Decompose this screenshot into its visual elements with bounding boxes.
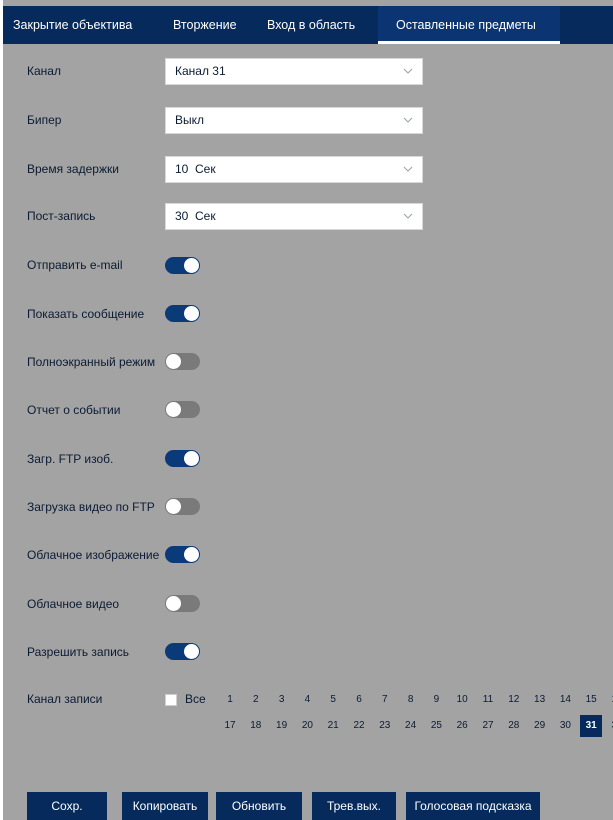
ftp-image-toggle[interactable] [165,450,200,467]
tab-lens-cover[interactable]: Закрытие объектива [13,6,148,44]
channel-29-option[interactable]: 29 [529,715,551,737]
alarm-output-button[interactable]: Трев.вых. [312,792,396,820]
enable-record-label: Разрешить запись [27,645,130,659]
event-report-label: Отчет о событии [27,403,121,417]
show-message-label: Показать сообщение [27,307,145,321]
fullscreen-label: Полноэкранный режим [27,355,156,369]
toggle-knob-icon [166,499,181,514]
ftp-image-label: Загр. FTP изоб. [27,452,114,466]
post-record-label: Пост-запись [27,209,96,223]
chevron-down-icon [403,117,413,123]
tab-intrusion[interactable]: Вторжение [173,6,248,44]
channel-10-option[interactable]: 10 [451,689,473,711]
channel-13-option[interactable]: 13 [529,689,551,711]
cloud-video-label: Облачное видео [27,597,120,611]
channel-27-option[interactable]: 27 [477,715,499,737]
settings-panel: Закрытие объектива Вторжение Вход в обла… [0,0,613,820]
toggle-knob-icon [184,547,199,562]
channel-5-option[interactable]: 5 [322,689,344,711]
channel-label: Канал [27,64,61,78]
tab-label: Закрытие объектива [13,18,133,32]
channel-3-option[interactable]: 3 [271,689,293,711]
tab-left-objects[interactable]: Оставленные предметы [378,6,560,44]
show-message-toggle[interactable] [165,305,200,322]
delay-value: 10 Сек [175,162,216,176]
channel-7-option[interactable]: 7 [374,689,396,711]
voice-prompt-button[interactable]: Голосовая подсказка [406,792,540,820]
channel-2-option[interactable]: 2 [245,689,267,711]
beeper-select[interactable]: Выкл [165,107,423,134]
chevron-down-icon [403,213,413,219]
send-email-label: Отправить e-mail [27,258,123,272]
event-report-toggle[interactable] [165,401,200,418]
beeper-value: Выкл [175,113,205,127]
channel-21-option[interactable]: 21 [322,715,344,737]
cloud-video-toggle[interactable] [165,595,200,612]
enable-record-toggle[interactable] [165,643,200,660]
tab-label: Оставленные предметы [396,18,536,32]
tab-label: Вход в область [267,18,356,32]
record-channel-label: Канал записи [27,692,103,706]
delay-label: Время задержки [27,162,119,176]
channel-select[interactable]: Канал 31 [165,58,423,85]
channel-14-option[interactable]: 14 [554,689,576,711]
channel-18-option[interactable]: 18 [245,715,267,737]
toggle-knob-icon [166,354,181,369]
channel-9-option[interactable]: 9 [425,689,447,711]
ftp-video-toggle[interactable] [165,498,200,515]
active-tab-indicator [378,41,560,44]
channel-20-option[interactable]: 20 [296,715,318,737]
toggle-knob-icon [184,258,199,273]
refresh-button[interactable]: Обновить [216,792,302,820]
toggle-knob-icon [184,644,199,659]
fullscreen-toggle[interactable] [165,353,200,370]
tab-bar: Закрытие объектива Вторжение Вход в обла… [3,6,613,44]
channel-12-option[interactable]: 12 [503,689,525,711]
toggle-knob-icon [166,596,181,611]
channel-30-option[interactable]: 30 [554,715,576,737]
toggle-knob-icon [184,451,199,466]
tab-region-entry[interactable]: Вход в область [267,6,367,44]
channel-4-option[interactable]: 4 [296,689,318,711]
channel-1-option[interactable]: 1 [219,689,241,711]
all-channels-label: Все [185,692,206,706]
channel-17-option[interactable]: 17 [219,715,241,737]
channel-15-option[interactable]: 15 [580,689,602,711]
delay-select[interactable]: 10 Сек [165,156,423,183]
all-channels-checkbox[interactable] [165,694,177,706]
chevron-down-icon [403,166,413,172]
save-button[interactable]: Сохр. [27,792,107,820]
send-email-toggle[interactable] [165,257,200,274]
tab-label: Вторжение [173,18,237,32]
post-record-select[interactable]: 30 Сек [165,203,423,230]
channel-11-option[interactable]: 11 [477,689,499,711]
channel-24-option[interactable]: 24 [400,715,422,737]
toggle-knob-icon [184,306,199,321]
chevron-down-icon [403,68,413,74]
ftp-video-label: Загрузка видео по FTP [27,500,155,514]
channel-8-option[interactable]: 8 [400,689,422,711]
cloud-image-toggle[interactable] [165,546,200,563]
channel-22-option[interactable]: 22 [348,715,370,737]
channel-32-option[interactable]: 32 [606,715,613,737]
channel-value: Канал 31 [175,64,226,78]
beeper-label: Бипер [27,113,62,127]
channel-28-option[interactable]: 28 [503,715,525,737]
channel-25-option[interactable]: 25 [425,715,447,737]
post-record-value: 30 Сек [175,209,216,223]
channel-16-option[interactable]: 16 [606,689,613,711]
channel-23-option[interactable]: 23 [374,715,396,737]
copy-button[interactable]: Копировать [122,792,208,820]
cloud-image-label: Облачное изображение [27,548,160,562]
channel-31-option[interactable]: 31 [580,715,603,737]
channel-19-option[interactable]: 19 [271,715,293,737]
toggle-knob-icon [166,402,181,417]
channel-26-option[interactable]: 26 [451,715,473,737]
channel-6-option[interactable]: 6 [348,689,370,711]
